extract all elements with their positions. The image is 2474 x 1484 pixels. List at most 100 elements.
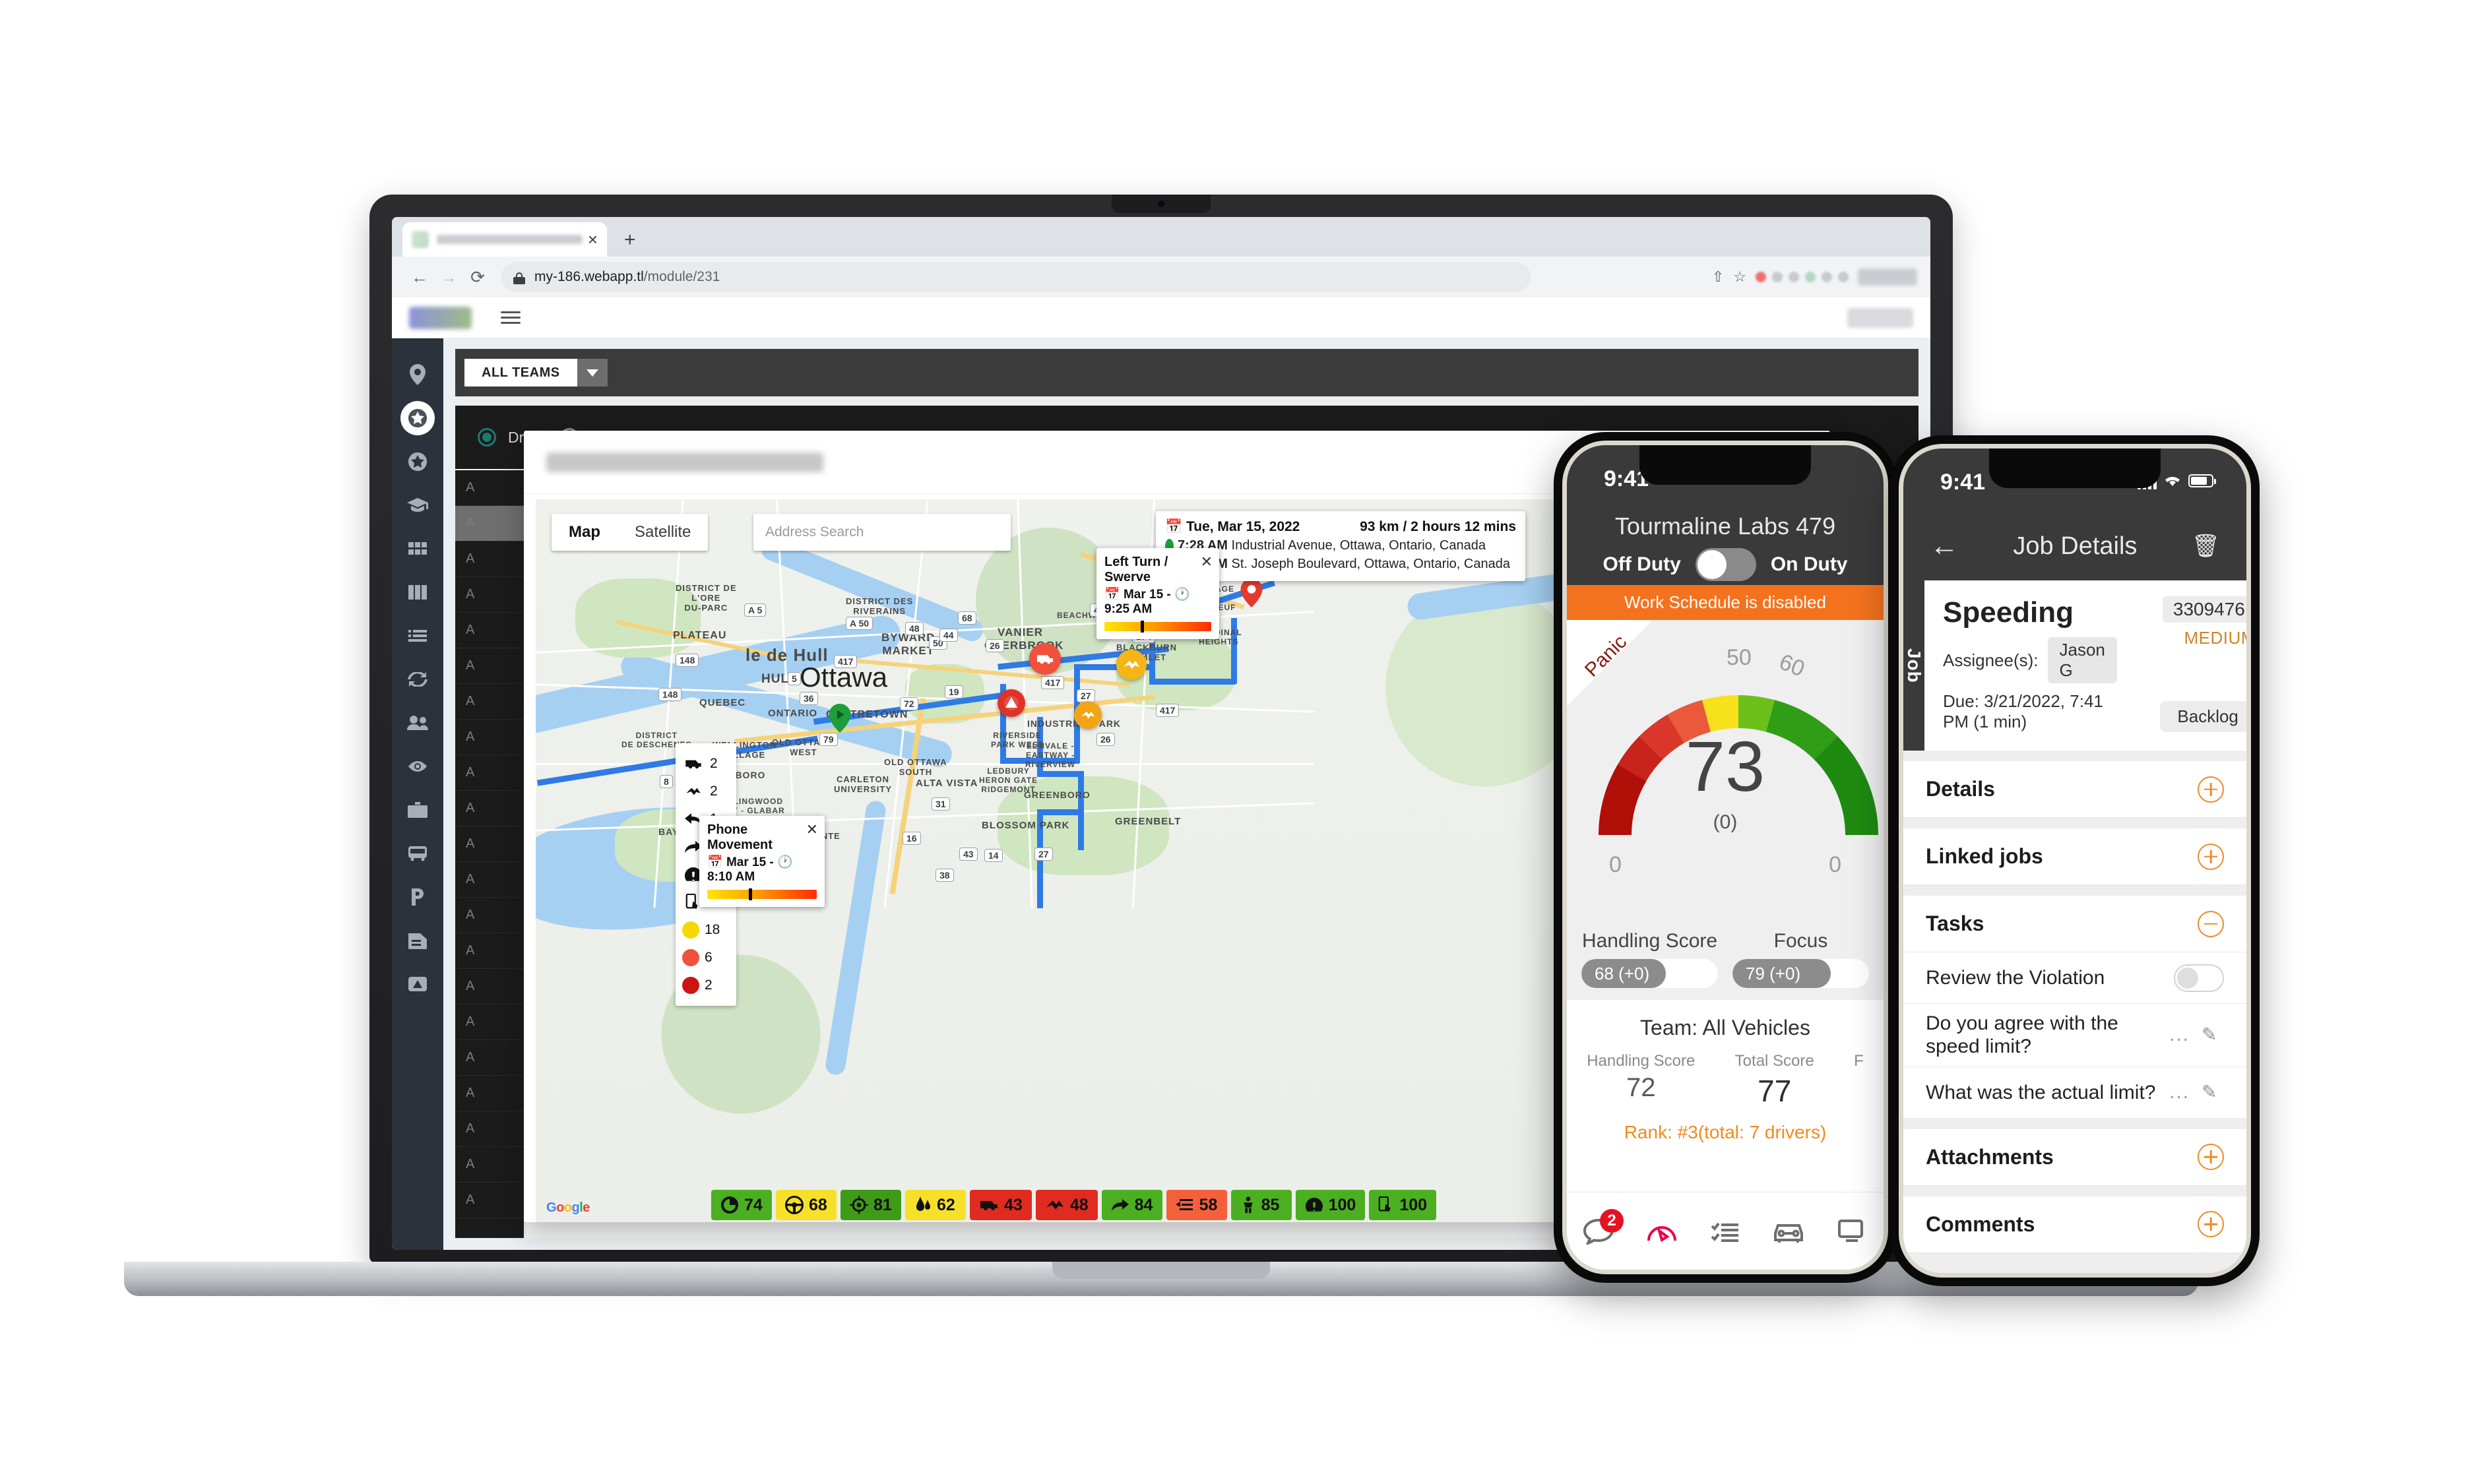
list-item[interactable]: A [455, 1005, 524, 1040]
expand-plus-icon[interactable] [2198, 1144, 2224, 1171]
score-badge-right-turn[interactable]: 84 [1101, 1190, 1162, 1220]
expand-plus-icon[interactable] [2198, 1211, 2224, 1238]
section-details[interactable]: Details [1903, 761, 2246, 818]
list-item[interactable]: A [455, 1076, 524, 1111]
map-marker-start-pin[interactable] [829, 704, 851, 733]
map-popup-left-turn[interactable]: ✕ Left Turn / Swerve 📅 Mar 15 - 🕐 9:25 A… [1096, 548, 1219, 639]
share-icon[interactable]: ⇧ [1712, 268, 1724, 286]
score-badge-overall[interactable]: 74 [711, 1190, 772, 1220]
list-item[interactable]: A [455, 862, 524, 898]
expand-plus-icon[interactable] [2198, 776, 2224, 803]
list-item[interactable]: A [455, 470, 524, 506]
close-icon[interactable]: ✕ [1201, 553, 1213, 571]
sidebar-item-columns[interactable] [392, 571, 443, 614]
map-marker-harsh-accel[interactable] [1116, 650, 1147, 680]
back-icon[interactable]: ← [405, 263, 434, 292]
edit-pencil-icon[interactable]: ✎ [2202, 1024, 2224, 1046]
list-item[interactable]: A [455, 755, 524, 791]
map-marker-end-pin[interactable] [1240, 578, 1263, 607]
list-item[interactable]: A [455, 898, 524, 933]
nav-vehicle[interactable] [1761, 1209, 1816, 1254]
task-row[interactable]: Review the Violation [1903, 952, 2246, 1004]
teams-select-caret[interactable] [577, 359, 608, 386]
close-icon[interactable]: ✕ [806, 821, 818, 838]
map-popup-phone-movement[interactable]: ✕ Phone Movement 📅 Mar 15 - 🕐 8:10 AM [699, 816, 825, 907]
sidebar-item-grid[interactable] [392, 527, 443, 571]
sidebar-item-jobs[interactable] [392, 788, 443, 832]
sidebar-item-sync[interactable] [392, 658, 443, 701]
list-item[interactable]: A [455, 506, 524, 541]
section-tasks[interactable]: Tasks [1903, 896, 2246, 952]
score-badge-turns[interactable]: 62 [905, 1190, 966, 1220]
list-item[interactable]: A [455, 648, 524, 684]
list-item[interactable]: A [455, 791, 524, 826]
score-badge-seatbelt[interactable]: 85 [1230, 1190, 1292, 1220]
score-badge-braking[interactable]: 43 [970, 1190, 1032, 1220]
list-item[interactable]: A [455, 1147, 524, 1183]
expand-plus-icon[interactable] [2198, 843, 2224, 870]
status-badge[interactable]: Backlog [2160, 701, 2246, 732]
sidebar-item-star[interactable] [392, 440, 443, 483]
nav-gauge[interactable] [1634, 1209, 1690, 1254]
edit-pencil-icon[interactable]: ✎ [2202, 1081, 2224, 1103]
list-item[interactable]: A [455, 613, 524, 648]
collapse-minus-icon[interactable] [2198, 910, 2224, 937]
list-item[interactable]: A [455, 826, 524, 862]
sidebar-item-location[interactable] [392, 353, 443, 396]
nav-chat[interactable]: 2 [1571, 1208, 1626, 1254]
score-badge-speeding[interactable]: 100 [1295, 1190, 1366, 1220]
list-item[interactable]: A [455, 1183, 524, 1218]
list-item[interactable]: A [455, 541, 524, 577]
duty-toggle[interactable] [1695, 548, 1756, 581]
section-attachments[interactable]: Attachments [1903, 1128, 2246, 1186]
sidebar-item-people[interactable] [392, 701, 443, 745]
new-tab-icon[interactable]: + [624, 230, 636, 250]
sidebar-item-star-active[interactable] [392, 396, 443, 440]
bookmark-star-icon[interactable]: ☆ [1733, 268, 1746, 286]
list-item[interactable]: A [455, 720, 524, 755]
score-badge-lane-change[interactable]: 58 [1166, 1190, 1227, 1220]
tab-close-icon[interactable]: × [588, 231, 598, 248]
task-row[interactable]: Do you agree with the speed limit? ... ✎ [1903, 1004, 2246, 1067]
forward-icon[interactable]: → [434, 263, 463, 292]
assignee-chip[interactable]: Jason G [2047, 637, 2117, 683]
score-badge-handling[interactable]: 68 [776, 1190, 837, 1220]
score-badge-phone[interactable]: 100 [1369, 1190, 1437, 1220]
list-item[interactable]: A [455, 1040, 524, 1076]
task-toggle[interactable] [2174, 964, 2224, 992]
sidebar-item-documents[interactable] [392, 919, 443, 962]
map-marker-harsh-braking[interactable] [1029, 643, 1061, 675]
map-type-satellite[interactable]: Satellite [618, 514, 708, 551]
section-linked-jobs[interactable]: Linked jobs [1903, 828, 2246, 885]
map-marker-orange[interactable] [1074, 701, 1102, 729]
teams-select[interactable]: ALL TEAMS [464, 359, 608, 386]
list-item[interactable]: A [455, 684, 524, 720]
sidebar-item-list[interactable] [392, 614, 443, 658]
section-comments[interactable]: Comments [1903, 1196, 2246, 1253]
hamburger-menu-icon[interactable] [501, 308, 521, 327]
address-search-input[interactable]: Address Search [753, 514, 1011, 551]
map-type-map[interactable]: Map [552, 514, 618, 551]
sidebar-item-vehicles[interactable] [392, 832, 443, 875]
header-user-menu[interactable] [1847, 307, 1913, 328]
back-arrow-icon[interactable]: ← [1930, 532, 1959, 561]
reload-icon[interactable]: ⟳ [463, 263, 492, 292]
list-item[interactable]: A [455, 1111, 524, 1147]
radio-driver[interactable] [478, 428, 496, 447]
nav-device[interactable] [1824, 1209, 1880, 1254]
profile-avatar[interactable] [1858, 268, 1917, 286]
map-marker-warning-red[interactable] [998, 689, 1025, 717]
sidebar-item-alerts[interactable] [392, 962, 443, 1006]
sidebar-item-training[interactable] [392, 483, 443, 527]
score-badge-focus[interactable]: 81 [841, 1190, 901, 1220]
score-badge-acceleration[interactable]: 48 [1035, 1190, 1098, 1220]
list-item[interactable]: A [455, 969, 524, 1005]
sidebar-item-target[interactable] [392, 745, 443, 788]
nav-checklist[interactable] [1697, 1209, 1753, 1254]
trash-icon[interactable]: 🗑 [2192, 533, 2220, 559]
address-bar[interactable]: my-186.webapp.tl/module/231 [501, 262, 1531, 292]
map-type-control[interactable]: Map Satellite [552, 514, 709, 551]
task-row[interactable]: What was the actual limit? ... ✎ [1903, 1067, 2246, 1119]
browser-tab[interactable]: × [402, 222, 607, 257]
list-item[interactable]: A [455, 577, 524, 613]
